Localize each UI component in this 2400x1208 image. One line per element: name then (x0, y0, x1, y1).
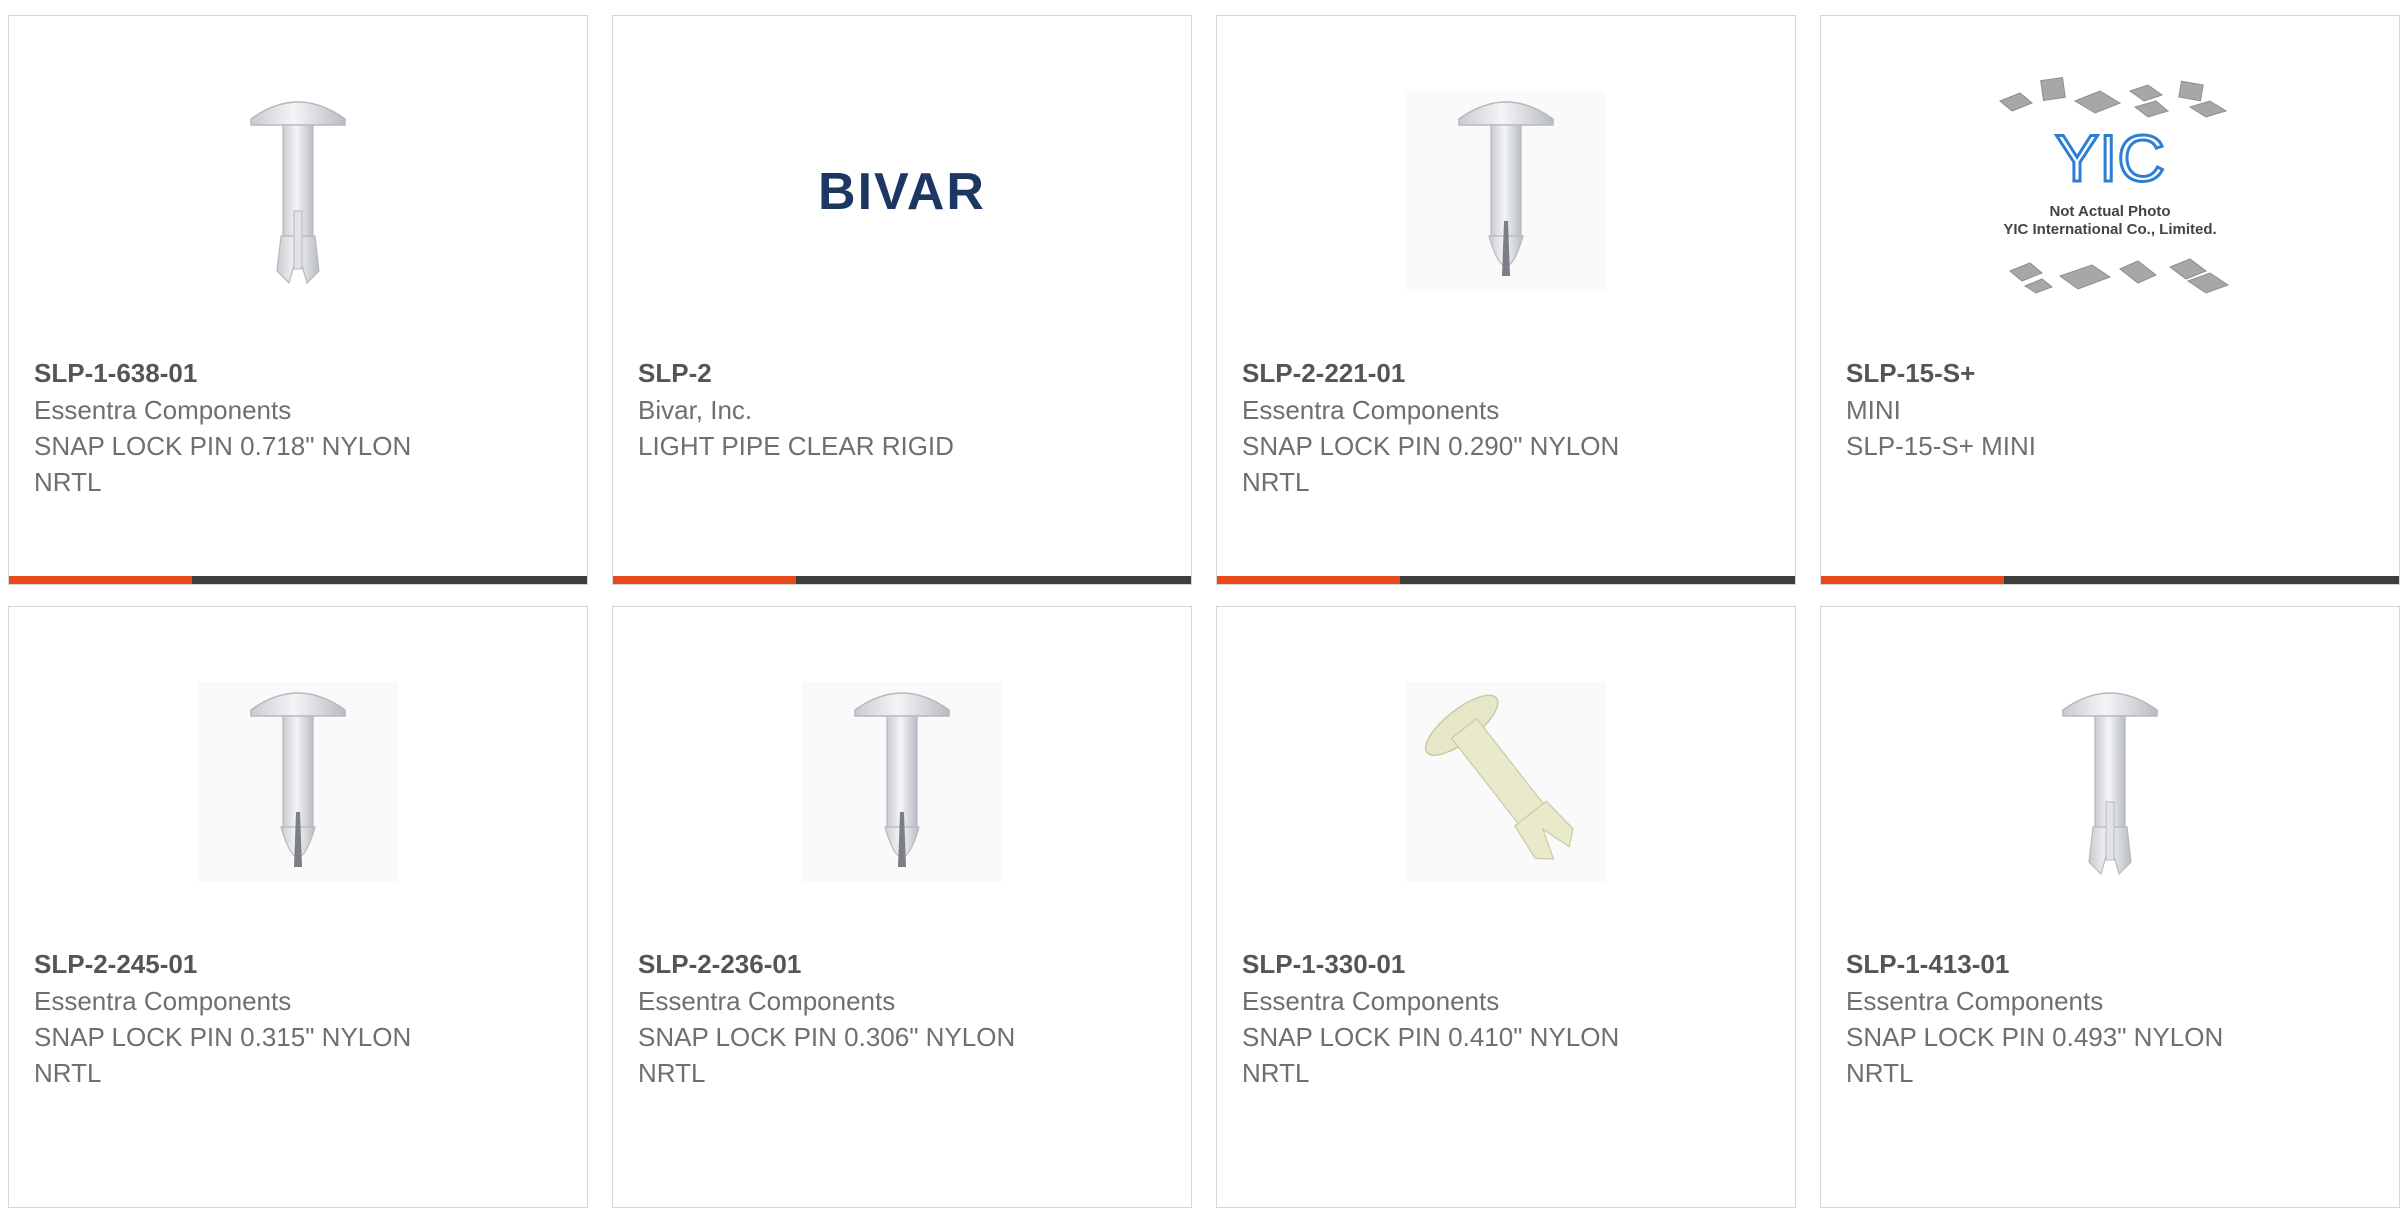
part-number[interactable]: SLP-1-413-01 (1846, 945, 2379, 983)
product-image[interactable] (1821, 667, 2399, 897)
product-card[interactable]: SLP-2-236-01 Essentra Components SNAP LO… (612, 606, 1192, 1208)
product-image[interactable] (613, 667, 1191, 897)
product-info: SLP-1-330-01 Essentra Components SNAP LO… (1242, 945, 1775, 1091)
product-info: SLP-2-221-01 Essentra Components SNAP LO… (1242, 354, 1775, 500)
description: SNAP LOCK PIN 0.290" NYLON NRTL (1242, 431, 1620, 497)
product-info: SLP-2-245-01 Essentra Components SNAP LO… (34, 945, 567, 1091)
accent-bar (1217, 576, 1400, 584)
product-card[interactable]: SLP-2-245-01 Essentra Components SNAP LO… (8, 606, 588, 1208)
description: SNAP LOCK PIN 0.410" NYLON NRTL (1242, 1022, 1620, 1088)
product-card[interactable]: YIC Not Actual Photo YIC International C… (1820, 15, 2400, 585)
manufacturer: Essentra Components (34, 395, 292, 425)
svg-text:YIC: YIC (2055, 121, 2165, 195)
product-image[interactable]: BIVAR (613, 76, 1191, 306)
card-footer-bar (1821, 576, 2399, 584)
part-number[interactable]: SLP-1-330-01 (1242, 945, 1775, 983)
part-number[interactable]: SLP-2 (638, 354, 1171, 392)
manufacturer: Essentra Components (1846, 986, 2104, 1016)
product-info: SLP-15-S+ MINI SLP-15-S+ MINI (1846, 354, 2379, 464)
bivar-logo-icon: BIVAR (818, 163, 986, 221)
snap-lock-pin-icon (1406, 91, 1606, 291)
snap-lock-pin-icon (250, 101, 346, 285)
manufacturer: MINI (1846, 395, 1901, 425)
manufacturer: Bivar, Inc. (638, 395, 753, 425)
manufacturer: Essentra Components (1242, 986, 1500, 1016)
description: LIGHT PIPE CLEAR RIGID (638, 431, 954, 461)
svg-text:Not Actual Photo: Not Actual Photo (2049, 203, 2170, 220)
card-footer-bar (1217, 576, 1795, 584)
card-footer-bar (613, 576, 1191, 584)
product-card[interactable]: BIVAR SLP-2 Bivar, Inc. LIGHT PIPE CLEAR… (612, 15, 1192, 585)
snap-lock-pin-icon (198, 682, 398, 882)
description: SNAP LOCK PIN 0.306" NYLON NRTL (638, 1022, 1016, 1088)
product-card[interactable]: SLP-1-413-01 Essentra Components SNAP LO… (1820, 606, 2400, 1208)
product-info: SLP-1-413-01 Essentra Components SNAP LO… (1846, 945, 2379, 1091)
product-image[interactable] (1217, 667, 1795, 897)
product-info: SLP-1-638-01 Essentra Components SNAP LO… (34, 354, 567, 500)
accent-bar (1821, 576, 2004, 584)
part-number[interactable]: SLP-1-638-01 (34, 354, 567, 392)
product-image[interactable] (9, 76, 587, 306)
product-card[interactable]: SLP-2-221-01 Essentra Components SNAP LO… (1216, 15, 1796, 585)
card-footer-bar (9, 576, 587, 584)
placeholder-image-icon: YIC Not Actual Photo YIC International C… (1999, 77, 2230, 294)
accent-bar (9, 576, 192, 584)
part-number[interactable]: SLP-2-236-01 (638, 945, 1171, 983)
part-number[interactable]: SLP-2-245-01 (34, 945, 567, 983)
product-info: SLP-2 Bivar, Inc. LIGHT PIPE CLEAR RIGID (638, 354, 1171, 464)
svg-text:YIC International Co., Limited: YIC International Co., Limited. (2003, 221, 2216, 238)
product-image[interactable] (1217, 76, 1795, 306)
description: SNAP LOCK PIN 0.315" NYLON NRTL (34, 1022, 412, 1088)
manufacturer: Essentra Components (34, 986, 292, 1016)
product-image[interactable]: YIC Not Actual Photo YIC International C… (1821, 76, 2399, 306)
svg-text:BIVAR: BIVAR (818, 163, 986, 221)
accent-bar (613, 576, 796, 584)
snap-lock-pin-icon (1406, 682, 1606, 882)
snap-lock-pin-icon (2062, 692, 2158, 876)
product-info: SLP-2-236-01 Essentra Components SNAP LO… (638, 945, 1171, 1091)
description: SNAP LOCK PIN 0.718" NYLON NRTL (34, 431, 412, 497)
description: SLP-15-S+ MINI (1846, 431, 2037, 461)
product-image[interactable] (9, 667, 587, 897)
part-number[interactable]: SLP-15-S+ (1846, 354, 2379, 392)
description: SNAP LOCK PIN 0.493" NYLON NRTL (1846, 1022, 2224, 1088)
product-card[interactable]: SLP-1-638-01 Essentra Components SNAP LO… (8, 15, 588, 585)
snap-lock-pin-icon (802, 682, 1002, 882)
part-number[interactable]: SLP-2-221-01 (1242, 354, 1775, 392)
product-card[interactable]: SLP-1-330-01 Essentra Components SNAP LO… (1216, 606, 1796, 1208)
product-grid: SLP-1-638-01 Essentra Components SNAP LO… (8, 15, 2400, 1208)
manufacturer: Essentra Components (638, 986, 896, 1016)
manufacturer: Essentra Components (1242, 395, 1500, 425)
